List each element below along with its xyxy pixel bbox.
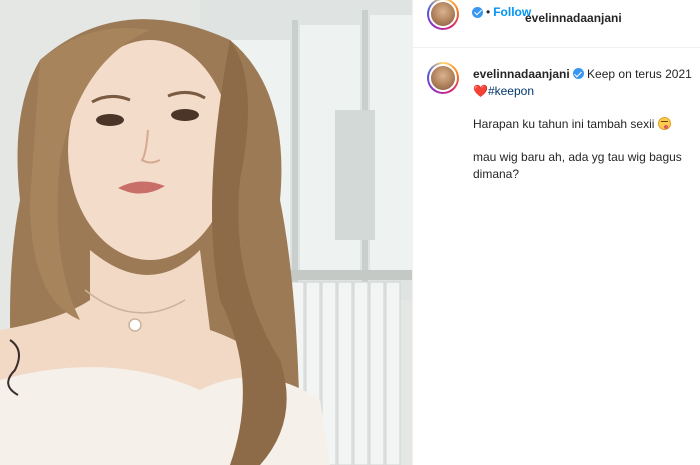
verified-badge-icon [572,68,584,79]
yum-emoji-icon [657,117,671,130]
caption-author-username[interactable]: evelinnadaanjani [473,67,570,81]
caption-line-1: Keep on terus 2021 [587,67,692,81]
verified-badge-icon [472,6,483,18]
hashtag-link[interactable]: #keepon [488,84,534,98]
caption-paragraph-2: Harapan ku tahun ini tambah sexii [473,117,655,131]
post-header: evelinnadaanjani • Follow [413,0,700,48]
post-details-panel: evelinnadaanjani • Follow evelinnadaanja… [412,0,700,465]
author-username[interactable]: evelinnadaanjani [525,11,622,25]
author-avatar[interactable] [427,0,459,30]
post-photo[interactable] [0,0,412,465]
separator-dot: • [486,5,491,19]
caption-text: evelinnadaanjani Keep on terus 2021 ❤️#ke… [473,66,695,183]
caption-author-avatar[interactable] [427,62,459,94]
heart-emoji-icon: ❤️ [473,84,488,98]
caption-paragraph-3: mau wig baru ah, ada yg tau wig bagus di… [473,150,682,181]
